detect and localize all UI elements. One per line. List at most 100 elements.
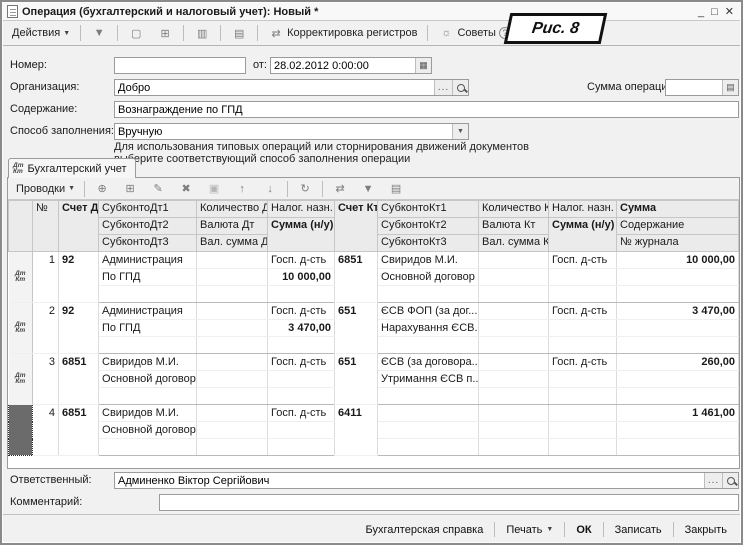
move-down-button[interactable]: ↓	[257, 178, 283, 199]
save-row-button[interactable]: ▣	[201, 178, 227, 199]
subconto-kt-cell[interactable]	[378, 439, 479, 456]
quantity-dt-cell[interactable]	[197, 303, 268, 320]
credit-account-cell[interactable]: 6851	[335, 252, 378, 303]
column-header[interactable]: Счет Дт	[59, 201, 99, 252]
postings-menu-button[interactable]: Проводки ▼	[11, 180, 80, 198]
add-row-button[interactable]: ⊕	[89, 178, 115, 199]
chevron-down-icon[interactable]: ▼	[452, 124, 468, 139]
posting-row-line[interactable]: ДтКт192АдминистрацияГосп. д-сть6851Свири…	[9, 252, 739, 269]
column-header[interactable]: Содержание	[617, 218, 739, 235]
sum-nu-dt-cell[interactable]	[268, 371, 335, 388]
sum-cell[interactable]: 10 000,00	[617, 252, 739, 269]
subconto-kt-cell[interactable]: Утримання ЄСВ п...	[378, 371, 479, 388]
column-header[interactable]: Счет Кт	[335, 201, 378, 252]
subconto-dt-cell[interactable]: Свиридов М.И.	[99, 354, 197, 371]
close-button[interactable]: ✕	[725, 7, 734, 17]
quantity-kt-cell[interactable]	[479, 303, 549, 320]
sum-extra-cell[interactable]	[617, 320, 739, 337]
tax-purpose-dt-cell[interactable]: Госп. д-сть	[268, 303, 335, 320]
subconto-dt-cell[interactable]: Администрация	[99, 303, 197, 320]
tax-purpose-dt-cell[interactable]	[268, 286, 335, 303]
column-header[interactable]: Количество Кт	[479, 201, 549, 218]
subconto-dt-cell[interactable]	[99, 286, 197, 303]
subconto-dt-cell[interactable]	[99, 337, 197, 354]
sum-cell[interactable]: 3 470,00	[617, 303, 739, 320]
subconto-kt-cell[interactable]	[378, 422, 479, 439]
tax-purpose-kt-cell[interactable]: Госп. д-сть	[549, 252, 617, 269]
copy-row-button[interactable]: ⊞	[117, 178, 143, 199]
row-number-cell[interactable]: 1	[33, 252, 59, 303]
sum-nu-dt-cell[interactable]: 10 000,00	[268, 269, 335, 286]
column-header[interactable]: № журнала	[617, 235, 739, 252]
quantity-kt-cell[interactable]	[479, 405, 549, 422]
subconto-kt-cell[interactable]	[378, 388, 479, 405]
subconto-kt-cell[interactable]: ЄСВ ФОП (за дог...	[378, 303, 479, 320]
column-header[interactable]: №	[33, 201, 59, 252]
sum-extra-cell[interactable]	[617, 286, 739, 303]
select-dots-button[interactable]: ...	[434, 80, 452, 95]
row-number-cell[interactable]: 4	[33, 405, 59, 456]
maximize-button[interactable]: □	[711, 7, 718, 17]
sum-cell[interactable]: 260,00	[617, 354, 739, 371]
subconto-kt-cell[interactable]	[378, 337, 479, 354]
credit-account-cell[interactable]: 651	[335, 303, 378, 354]
subconto-dt-cell[interactable]: Администрация	[99, 252, 197, 269]
actions-button[interactable]: Действия ▼	[7, 24, 75, 42]
quantity-dt-cell[interactable]	[197, 286, 268, 303]
operation-sum-input[interactable]	[666, 80, 722, 95]
sum-nu-kt-cell[interactable]	[549, 320, 617, 337]
tax-purpose-dt-cell[interactable]: Госп. д-сть	[268, 354, 335, 371]
tax-purpose-kt-cell[interactable]	[549, 388, 617, 405]
tax-purpose-dt-cell[interactable]: Госп. д-сть	[268, 405, 335, 422]
post-document-button[interactable]: ▼	[86, 23, 112, 44]
quantity-kt-cell[interactable]	[479, 388, 549, 405]
quantity-kt-cell[interactable]	[479, 337, 549, 354]
quantity-kt-cell[interactable]	[479, 422, 549, 439]
comment-input[interactable]	[160, 495, 738, 510]
quantity-dt-cell[interactable]	[197, 252, 268, 269]
move-up-button[interactable]: ↑	[229, 178, 255, 199]
tax-purpose-kt-cell[interactable]	[549, 286, 617, 303]
subconto-dt-cell[interactable]: Свиридов М.И.	[99, 405, 197, 422]
column-header[interactable]: СубконтоДт1	[99, 201, 197, 218]
minimize-button[interactable]: _	[698, 7, 704, 17]
sum-extra-cell[interactable]	[617, 269, 739, 286]
sum-nu-kt-cell[interactable]	[549, 371, 617, 388]
subconto-dt-cell[interactable]: По ГПД	[99, 320, 197, 337]
subconto-kt-cell[interactable]: Основной договор	[378, 269, 479, 286]
organization-input[interactable]	[115, 80, 434, 95]
subconto-kt-cell[interactable]: Свиридов М.И.	[378, 252, 479, 269]
quantity-kt-cell[interactable]	[479, 269, 549, 286]
number-input[interactable]	[115, 58, 245, 73]
column-header[interactable]: СубконтоКт1	[378, 201, 479, 218]
sum-extra-cell[interactable]	[617, 371, 739, 388]
subconto-kt-cell[interactable]	[378, 405, 479, 422]
column-header[interactable]: СубконтоКт3	[378, 235, 479, 252]
tax-purpose-kt-cell[interactable]: Госп. д-сть	[549, 303, 617, 320]
debit-account-cell[interactable]: 6851	[59, 354, 99, 405]
posting-row-line[interactable]: ДтКт292АдминистрацияГосп. д-сть651ЄСВ ФО…	[9, 303, 739, 320]
column-header[interactable]: Налог. назн. Кт	[549, 201, 617, 218]
subconto-dt-cell[interactable]	[99, 388, 197, 405]
quantity-dt-cell[interactable]	[197, 371, 268, 388]
fill-method-value[interactable]	[115, 124, 452, 139]
quantity-kt-cell[interactable]	[479, 320, 549, 337]
tax-purpose-dt-cell[interactable]	[268, 439, 335, 456]
journal-button[interactable]: ▤	[226, 23, 252, 44]
credit-account-cell[interactable]: 651	[335, 354, 378, 405]
quantity-dt-cell[interactable]	[197, 388, 268, 405]
column-header[interactable]: СубконтоКт2	[378, 218, 479, 235]
subconto-dt-cell[interactable]: По ГПД	[99, 269, 197, 286]
sum-extra-cell[interactable]	[617, 439, 739, 456]
tax-purpose-dt-cell[interactable]: Госп. д-сть	[268, 252, 335, 269]
ok-button[interactable]: ОК	[569, 521, 598, 539]
row-number-cell[interactable]: 2	[33, 303, 59, 354]
column-header[interactable]: Вал. сумма Кт	[479, 235, 549, 252]
quantity-kt-cell[interactable]	[479, 354, 549, 371]
responsible-input[interactable]	[115, 473, 704, 488]
debit-account-cell[interactable]: 92	[59, 252, 99, 303]
sum-nu-dt-cell[interactable]	[268, 422, 335, 439]
select-dots-button[interactable]: ...	[704, 473, 722, 488]
quantity-kt-cell[interactable]	[479, 371, 549, 388]
copy-document-button[interactable]: ⊞	[152, 23, 178, 44]
